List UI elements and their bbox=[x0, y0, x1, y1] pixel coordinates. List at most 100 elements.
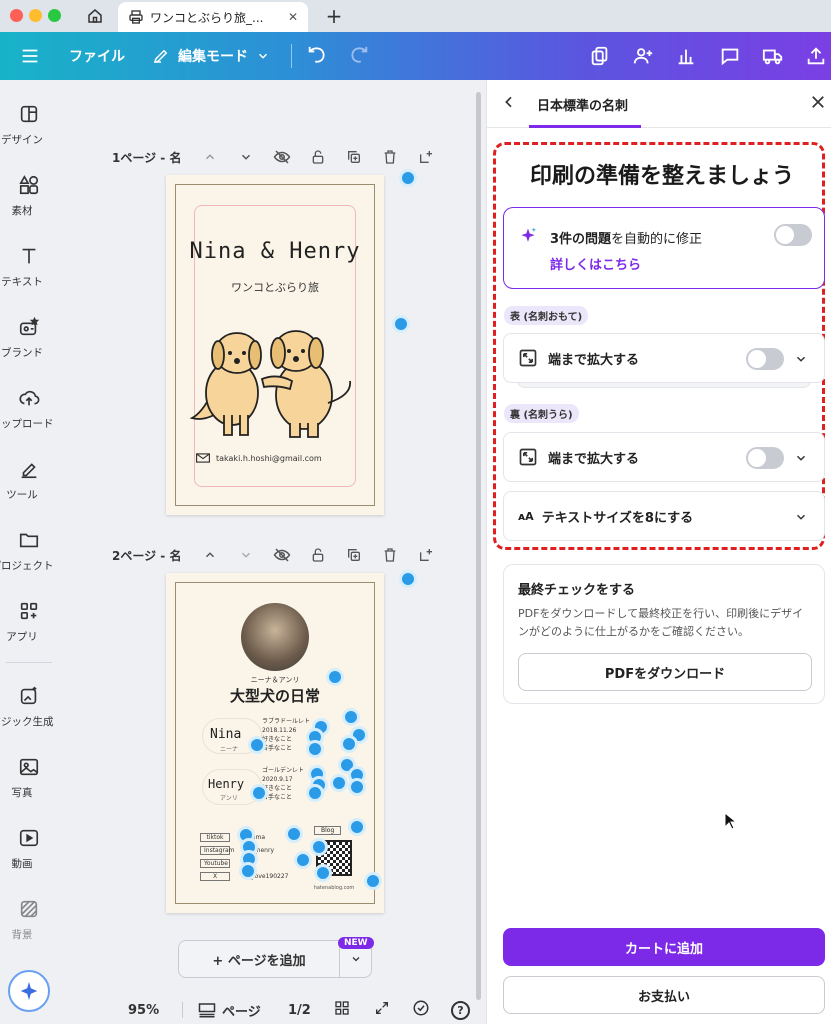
sidebar-item-tools[interactable]: ツール bbox=[0, 457, 58, 519]
add-to-cart-button[interactable]: カートに追加 bbox=[503, 928, 825, 966]
edit-mode-button[interactable]: 編集モード bbox=[152, 32, 276, 80]
text-size-row[interactable]: ᴀA テキストサイズを8にする bbox=[503, 491, 825, 541]
add-page-icon-button[interactable] bbox=[408, 547, 444, 563]
sidebar-item-design[interactable]: デザイン bbox=[0, 102, 58, 164]
chevron-down-icon[interactable] bbox=[794, 451, 808, 465]
comment-dot[interactable] bbox=[364, 872, 382, 890]
front-extend-row[interactable]: 端まで拡大する bbox=[503, 333, 825, 383]
add-page-button[interactable]: + ページを追加 bbox=[179, 941, 339, 977]
menu-button[interactable] bbox=[14, 32, 46, 80]
new-tab-button[interactable]: + bbox=[320, 4, 348, 28]
business-card-front[interactable]: Nina & Henry ワンコとぶらり旅 takaki.h.hoshi@gma… bbox=[166, 175, 384, 515]
redo-button[interactable] bbox=[344, 32, 374, 80]
editor-toolbar: ファイル 編集モード bbox=[0, 32, 831, 80]
comment-dot[interactable] bbox=[399, 570, 417, 588]
sidebar-item-text[interactable]: テキスト bbox=[0, 244, 58, 306]
duplicate-icon bbox=[348, 549, 360, 561]
comment-dot[interactable] bbox=[330, 774, 348, 792]
left-sidebar: デザイン 素材 テキスト ブランド アップロード ツール プロジェクト アプリ … bbox=[0, 80, 58, 1024]
check-button[interactable] bbox=[412, 999, 430, 1021]
upload-share-button[interactable] bbox=[802, 32, 830, 80]
card-email-text: takaki.h.hoshi@gmail.com bbox=[216, 453, 322, 463]
lock-page-button[interactable] bbox=[300, 547, 336, 563]
comment-dot[interactable] bbox=[348, 818, 366, 836]
comment-dot[interactable] bbox=[239, 862, 257, 880]
pdf-download-button[interactable]: PDFをダウンロード bbox=[518, 653, 812, 691]
sidebar-item-upload[interactable]: アップロード bbox=[0, 386, 58, 448]
sidebar-item-photos[interactable]: 写真 bbox=[0, 755, 58, 817]
insights-button[interactable] bbox=[672, 32, 700, 80]
chevron-down-icon[interactable] bbox=[794, 510, 808, 524]
comment-dot[interactable] bbox=[306, 784, 324, 802]
canvas-footer: 95% ページ 1/2 ? bbox=[58, 996, 486, 1024]
comment-dot[interactable] bbox=[342, 708, 360, 726]
sidebar-item-videos[interactable]: 動画 bbox=[0, 826, 58, 888]
close-tab-icon[interactable]: ✕ bbox=[288, 10, 298, 24]
comment-dot[interactable] bbox=[399, 169, 417, 187]
back-button[interactable] bbox=[501, 94, 517, 114]
comment-dot[interactable] bbox=[392, 315, 410, 333]
add-page-icon-button[interactable] bbox=[408, 149, 444, 165]
pages-view-button[interactable]: ページ bbox=[198, 1001, 261, 1020]
print-delivery-button[interactable] bbox=[758, 32, 788, 80]
page2-title: 2ページ - 名 bbox=[112, 548, 182, 563]
sidebar-item-background[interactable]: 背景 bbox=[0, 897, 58, 959]
document-tab[interactable]: ワンコとぶらり旅_... ✕ bbox=[118, 2, 308, 32]
comment-dot[interactable] bbox=[340, 735, 358, 753]
delete-page-button[interactable] bbox=[372, 547, 408, 563]
sidebar-item-projects[interactable]: プロジェクト bbox=[0, 528, 58, 590]
comment-dot[interactable] bbox=[306, 740, 324, 758]
help-button[interactable]: ? bbox=[451, 1000, 470, 1020]
home-tab[interactable] bbox=[80, 4, 110, 28]
close-window-button[interactable] bbox=[10, 9, 23, 22]
henry-kana: アンリ bbox=[220, 795, 238, 802]
comment-dot[interactable] bbox=[310, 838, 328, 856]
share-users-button[interactable] bbox=[628, 32, 658, 80]
grid-view-button[interactable] bbox=[334, 1000, 350, 1020]
undo-icon bbox=[308, 46, 325, 63]
details-link[interactable]: 詳しくはこちら bbox=[550, 254, 641, 273]
payment-button[interactable]: お支払い bbox=[503, 976, 825, 1014]
duplicate-page-button[interactable] bbox=[336, 547, 372, 563]
comment-dot[interactable] bbox=[326, 668, 344, 686]
comment-dot[interactable] bbox=[250, 784, 268, 802]
comments-button[interactable] bbox=[716, 32, 744, 80]
zoom-level[interactable]: 95% bbox=[128, 1003, 159, 1018]
undo-button[interactable] bbox=[302, 32, 332, 80]
back-extend-toggle[interactable] bbox=[746, 447, 784, 469]
sidebar-item-apps[interactable]: アプリ bbox=[0, 599, 58, 661]
lock-page-button[interactable] bbox=[300, 149, 336, 165]
auto-fix-toggle[interactable] bbox=[774, 224, 812, 246]
back-extend-row[interactable]: 端まで拡大する bbox=[503, 432, 825, 482]
front-extend-toggle[interactable] bbox=[746, 348, 784, 370]
expand-frame-icon bbox=[519, 349, 537, 367]
move-up-button[interactable] bbox=[192, 548, 228, 562]
comment-icon bbox=[721, 48, 739, 66]
comment-dot[interactable] bbox=[294, 851, 312, 869]
close-panel-button[interactable] bbox=[809, 93, 827, 115]
hide-page-button[interactable] bbox=[264, 546, 300, 564]
zoom-window-button[interactable] bbox=[48, 9, 61, 22]
resize-button[interactable] bbox=[586, 32, 614, 80]
canvas-scrollbar[interactable] bbox=[476, 92, 481, 1000]
sidebar-item-magic[interactable]: マジック生成 bbox=[0, 684, 58, 746]
move-down-button[interactable] bbox=[228, 548, 264, 562]
duplicate-page-button[interactable] bbox=[336, 149, 372, 165]
file-menu-button[interactable]: ファイル bbox=[62, 32, 132, 80]
hide-page-button[interactable] bbox=[264, 148, 300, 166]
move-down-button[interactable] bbox=[228, 150, 264, 164]
delete-page-button[interactable] bbox=[372, 149, 408, 165]
issues-count: 3件の問題 bbox=[550, 232, 612, 247]
minimize-window-button[interactable] bbox=[29, 9, 42, 22]
comment-dot[interactable] bbox=[314, 864, 332, 882]
comment-dot[interactable] bbox=[348, 778, 366, 796]
window-titlebar: ワンコとぶらり旅_... ✕ + bbox=[0, 0, 831, 32]
magic-assistant-button[interactable] bbox=[8, 970, 50, 1012]
sidebar-item-elements[interactable]: 素材 bbox=[0, 173, 58, 235]
comment-dot[interactable] bbox=[248, 736, 266, 754]
move-up-button[interactable] bbox=[192, 150, 228, 164]
chevron-down-icon[interactable] bbox=[794, 352, 808, 366]
comment-dot[interactable] bbox=[285, 825, 303, 843]
sidebar-item-brand[interactable]: ブランド bbox=[0, 315, 58, 377]
fullscreen-button[interactable] bbox=[374, 1000, 390, 1020]
